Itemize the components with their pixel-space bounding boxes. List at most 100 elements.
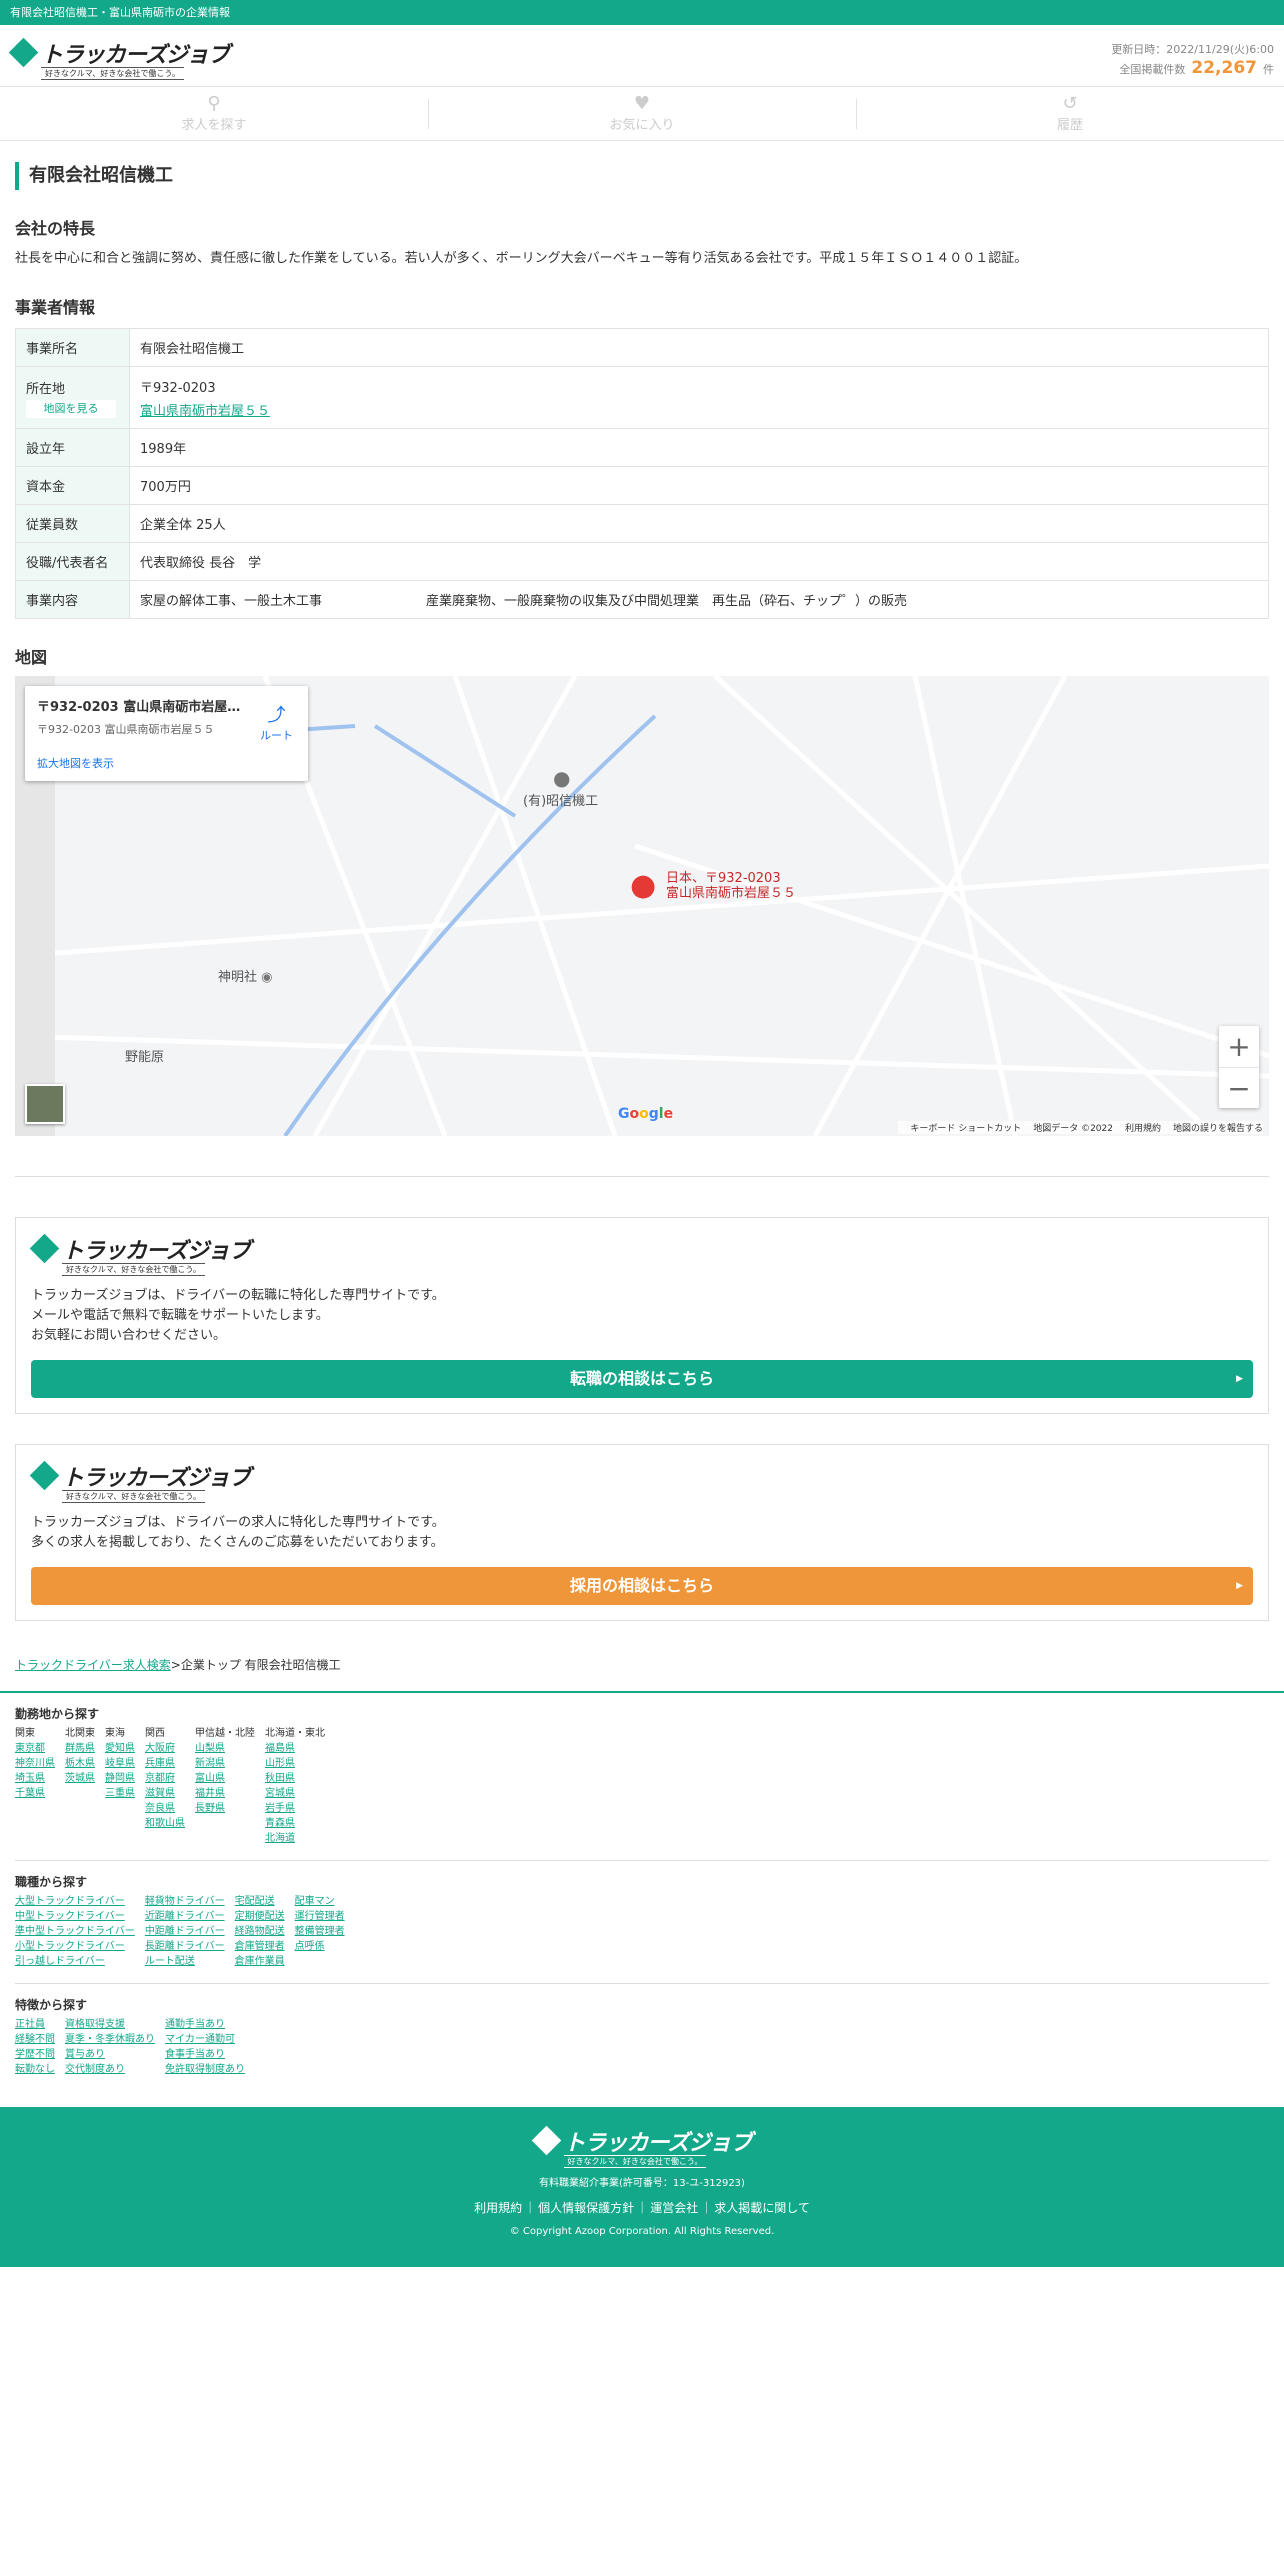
main-pin[interactable]: ● 日本、〒932-0203 富山県南砺市岩屋５５ bbox=[630, 868, 796, 903]
search-link[interactable]: 大阪府 bbox=[145, 1741, 185, 1756]
view-larger-map-link[interactable]: 拡大地図を表示 bbox=[37, 755, 296, 771]
search-link[interactable]: マイカー通勤可 bbox=[165, 2032, 245, 2047]
area-search: 勤務地から探す 関東 東京都 神奈川県 埼玉県 千葉県 北関東 群馬県 栃木県 茨城県 東海 愛知県… bbox=[0, 1693, 1284, 1861]
search-link[interactable]: 食事手当あり bbox=[165, 2047, 245, 2062]
search-link[interactable]: 新潟県 bbox=[195, 1756, 255, 1771]
search-link[interactable]: 賞与あり bbox=[65, 2047, 155, 2062]
search-link[interactable]: 山梨県 bbox=[195, 1741, 255, 1756]
search-link[interactable]: 和歌山県 bbox=[145, 1816, 185, 1831]
search-link[interactable]: 長距離ドライバー bbox=[145, 1939, 225, 1954]
search-link[interactable]: 中型トラックドライバー bbox=[15, 1909, 135, 1924]
search-link[interactable]: 近距離ドライバー bbox=[145, 1909, 225, 1924]
search-link[interactable]: 中距離ドライバー bbox=[145, 1924, 225, 1939]
search-link[interactable]: 運行管理者 bbox=[295, 1909, 345, 1924]
search-link[interactable]: 小型トラックドライバー bbox=[15, 1939, 135, 1954]
zoom-in-button[interactable]: + bbox=[1219, 1026, 1259, 1067]
search-link[interactable]: 学歴不問 bbox=[15, 2047, 55, 2062]
footer-link-privacy[interactable]: 個人情報保護方針 bbox=[522, 2201, 634, 2215]
search-link[interactable]: 滋賀県 bbox=[145, 1786, 185, 1801]
search-link[interactable]: 岐阜県 bbox=[105, 1756, 135, 1771]
address-link[interactable]: 富山県南砺市岩屋５５ bbox=[140, 400, 1258, 419]
search-link[interactable]: 引っ越しドライバー bbox=[15, 1954, 135, 1969]
breadcrumb-link[interactable]: トラックドライバー求人検索 bbox=[15, 1658, 171, 1672]
footer-links: 利用規約個人情報保護方針運営会社求人掲載に関して bbox=[0, 2199, 1284, 2216]
column-heading: 北海道・東北 bbox=[265, 1728, 325, 1739]
keyboard-shortcuts[interactable]: キーボード ショートカット bbox=[910, 1124, 1021, 1134]
history-icon: ↺ bbox=[1062, 93, 1078, 114]
search-link[interactable]: 配車マン bbox=[295, 1894, 345, 1909]
search-link[interactable]: 大型トラックドライバー bbox=[15, 1894, 135, 1909]
search-link[interactable]: ルート配送 bbox=[145, 1954, 225, 1969]
search-link[interactable]: 福井県 bbox=[195, 1786, 255, 1801]
search-link[interactable]: 点呼係 bbox=[295, 1939, 345, 1954]
search-link[interactable]: 通勤手当あり bbox=[165, 2017, 245, 2032]
footer-link-terms[interactable]: 利用規約 bbox=[474, 2201, 522, 2215]
search-link[interactable]: 倉庫作業員 bbox=[235, 1954, 285, 1969]
search-link[interactable]: 準中型トラックドライバー bbox=[15, 1924, 135, 1939]
footer-link-posting[interactable]: 求人掲載に関して bbox=[698, 2201, 810, 2215]
features-text: 社長を中心に和合と強調に努め、責任感に徹した作業をしている。若い人が多く、ボーリ… bbox=[15, 251, 1028, 266]
search-link[interactable]: 交代制度あり bbox=[65, 2062, 155, 2077]
search-link[interactable]: 青森県 bbox=[265, 1816, 325, 1831]
search-link[interactable]: 奈良県 bbox=[145, 1801, 185, 1816]
nav-search[interactable]: ⚲ 求人を探す bbox=[0, 87, 428, 140]
search-link[interactable]: 長野県 bbox=[195, 1801, 255, 1816]
zoom-out-button[interactable]: − bbox=[1219, 1067, 1259, 1108]
search-link[interactable]: 宮城県 bbox=[265, 1786, 325, 1801]
row-key: 設立年 bbox=[15, 428, 130, 467]
search-link[interactable]: 茨城県 bbox=[65, 1771, 95, 1786]
search-link[interactable]: 千葉県 bbox=[15, 1786, 55, 1801]
link-column: 東海 愛知県 岐阜県 静岡県 三重県 bbox=[105, 1726, 135, 1846]
search-link[interactable]: 資格取得支援 bbox=[65, 2017, 155, 2032]
search-link[interactable]: 整備管理者 bbox=[295, 1924, 345, 1939]
search-link[interactable]: 倉庫管理者 bbox=[235, 1939, 285, 1954]
search-link[interactable]: 定期便配送 bbox=[235, 1909, 285, 1924]
search-link[interactable]: 埼玉県 bbox=[15, 1771, 55, 1786]
google-map[interactable]: 〒932-0203 富山県南砺市岩屋… 〒932-0203 富山県南砺市岩屋５５… bbox=[15, 676, 1269, 1136]
search-link[interactable]: 栃木県 bbox=[65, 1756, 95, 1771]
search-link[interactable]: 宅配配送 bbox=[235, 1894, 285, 1909]
search-link[interactable]: 神奈川県 bbox=[15, 1756, 55, 1771]
search-link[interactable]: 軽貨物ドライバー bbox=[145, 1894, 225, 1909]
logo-text: トラッカーズジョブ bbox=[62, 1239, 251, 1264]
footer-logo[interactable]: トラッカーズジョブ 好きなクルマ、好きな会社で働こう。 bbox=[531, 2125, 752, 2168]
search-link[interactable]: 群馬県 bbox=[65, 1741, 95, 1756]
search-link[interactable]: 正社員 bbox=[15, 2017, 55, 2032]
search-link[interactable]: 経験不問 bbox=[15, 2032, 55, 2047]
search-link[interactable]: 東京都 bbox=[15, 1741, 55, 1756]
search-link[interactable]: 福島県 bbox=[265, 1741, 325, 1756]
view-map-button[interactable]: 地図を見る bbox=[26, 399, 116, 418]
search-link[interactable]: 静岡県 bbox=[105, 1771, 135, 1786]
nav-history[interactable]: ↺ 履歴 bbox=[856, 87, 1284, 140]
route-button[interactable]: ⤴ ルート bbox=[260, 701, 293, 743]
search-link[interactable]: 三重県 bbox=[105, 1786, 135, 1801]
search-link[interactable]: 山形県 bbox=[265, 1756, 325, 1771]
map-terms[interactable]: 利用規約 bbox=[1125, 1124, 1161, 1134]
link-column: 関西 大阪府 兵庫県 京都府 滋賀県 奈良県 和歌山県 bbox=[145, 1726, 185, 1846]
table-row: 事業所名 有限会社昭信機工 bbox=[15, 328, 1269, 367]
link-column: 北海道・東北福島県 山形県 秋田県 宮城県 岩手県 青森県 北海道 bbox=[265, 1726, 325, 1846]
footer-link-company[interactable]: 運営会社 bbox=[634, 2201, 698, 2215]
map-report[interactable]: 地図の誤りを報告する bbox=[1173, 1124, 1263, 1134]
search-link[interactable]: 愛知県 bbox=[105, 1741, 135, 1756]
satellite-toggle[interactable] bbox=[25, 1084, 65, 1124]
search-link[interactable]: 北海道 bbox=[265, 1831, 325, 1846]
place-marker[interactable]: ● (有)昭信機工 bbox=[523, 766, 598, 809]
search-link[interactable]: 免許取得制度あり bbox=[165, 2062, 245, 2077]
map-pin-icon: ● bbox=[630, 868, 657, 903]
row-key: 役職/代表者名 bbox=[15, 542, 130, 581]
search-link[interactable]: 転勤なし bbox=[15, 2062, 55, 2077]
search-link[interactable]: 秋田県 bbox=[265, 1771, 325, 1786]
career-consult-button[interactable]: 転職の相談はこちら bbox=[31, 1360, 1253, 1398]
nav-favorites[interactable]: ♥ お気に入り bbox=[428, 87, 856, 140]
site-logo[interactable]: トラッカーズジョブ 好きなクルマ、好きな会社で働こう。 bbox=[8, 37, 230, 80]
row-key-address: 所在地 地図を見る bbox=[15, 366, 130, 429]
search-link[interactable]: 経路物配送 bbox=[235, 1924, 285, 1939]
search-link[interactable]: 富山県 bbox=[195, 1771, 255, 1786]
search-link[interactable]: 京都府 bbox=[145, 1771, 185, 1786]
row-key: 事業内容 bbox=[15, 580, 130, 619]
search-link[interactable]: 兵庫県 bbox=[145, 1756, 185, 1771]
hiring-consult-button[interactable]: 採用の相談はこちら bbox=[31, 1567, 1253, 1605]
search-link[interactable]: 岩手県 bbox=[265, 1801, 325, 1816]
search-link[interactable]: 夏季・冬季休暇あり bbox=[65, 2032, 155, 2047]
